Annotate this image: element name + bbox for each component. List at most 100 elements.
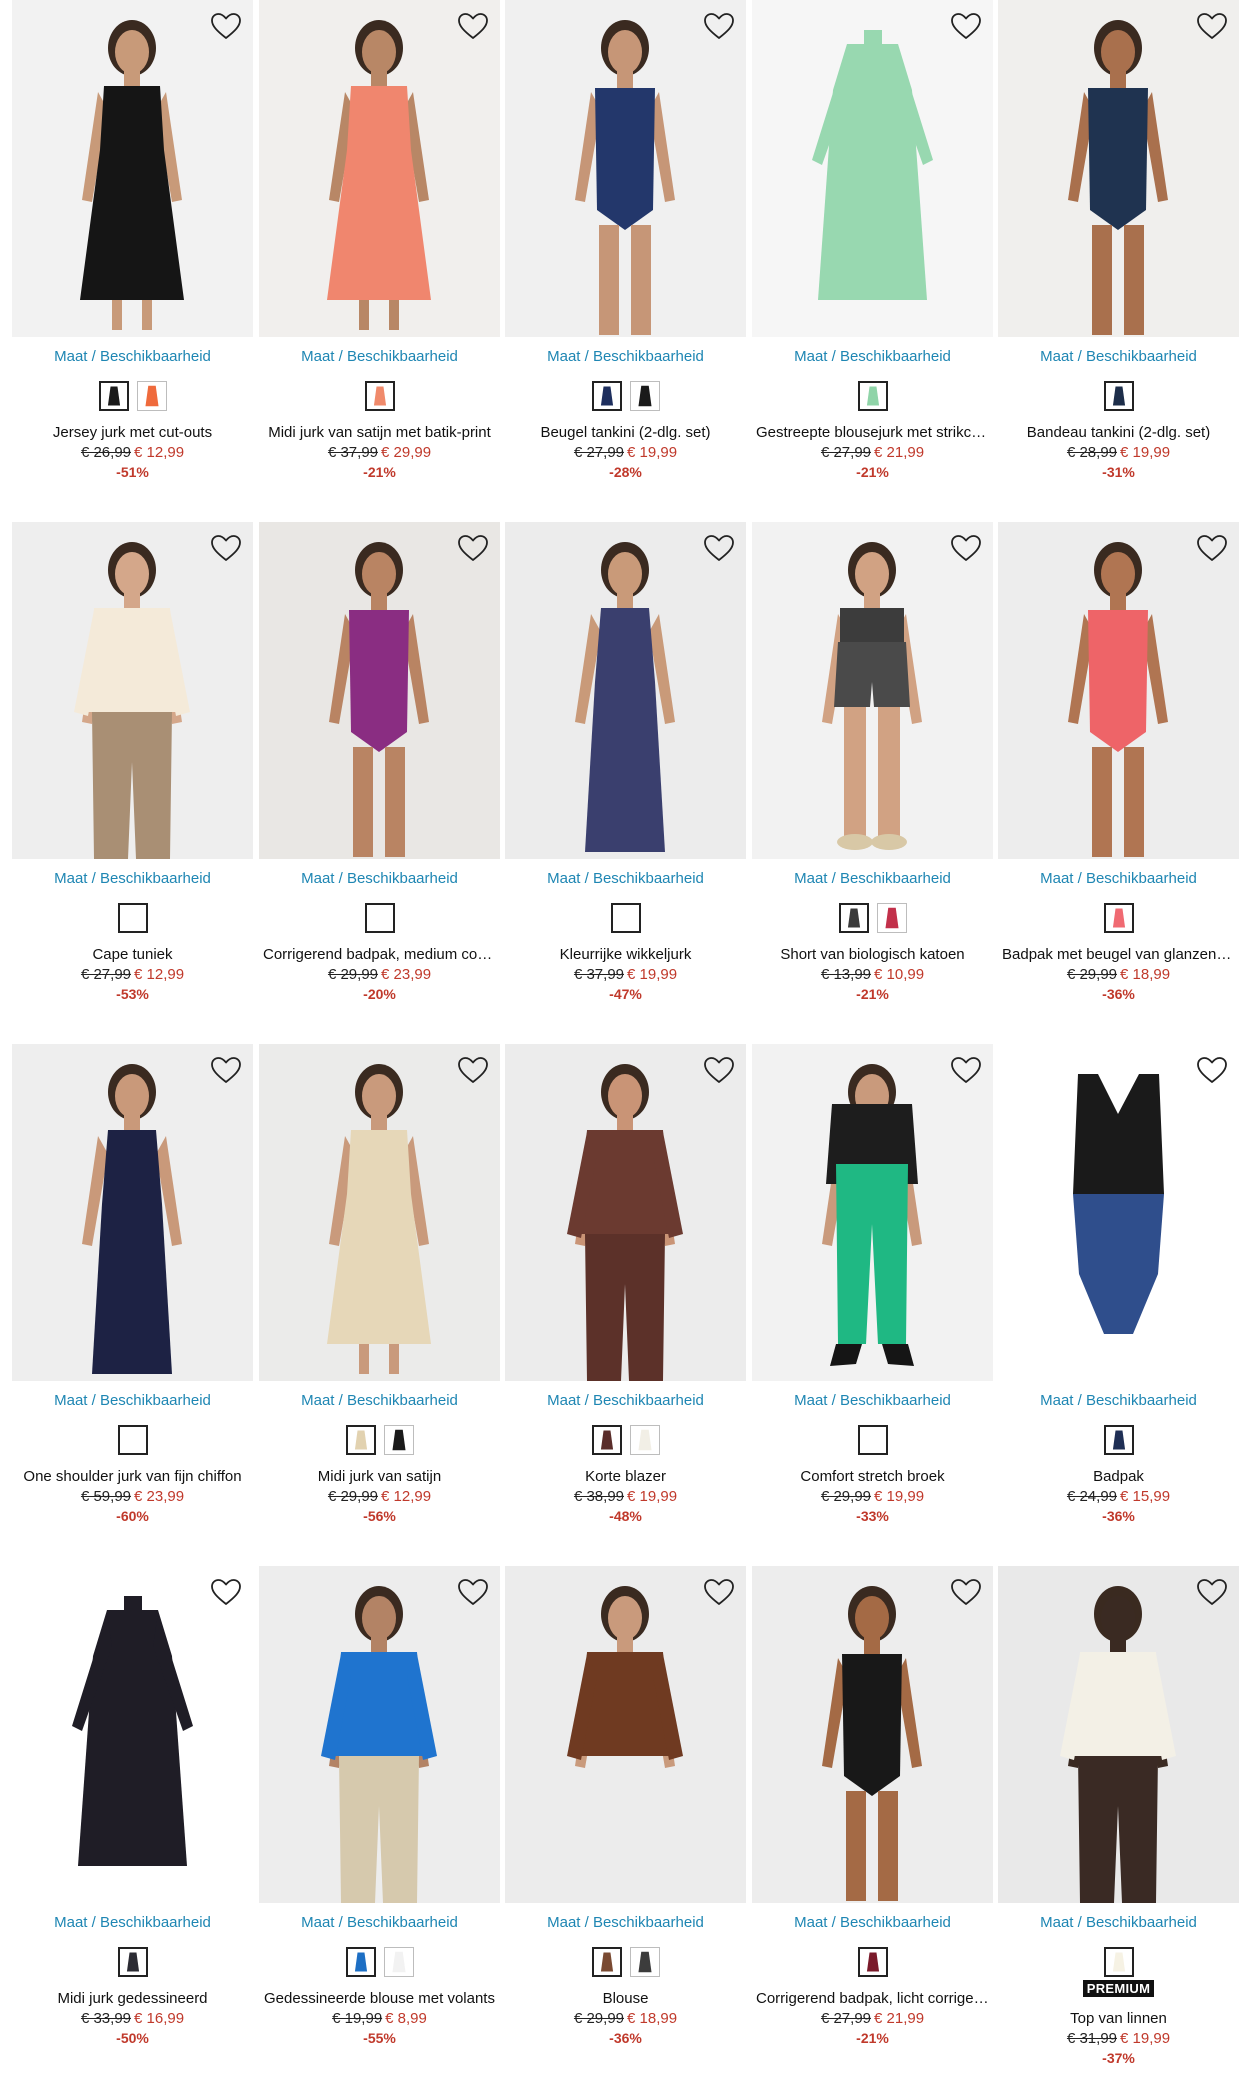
color-swatch[interactable] — [629, 1425, 660, 1455]
product-name[interactable]: Bandeau tankini (2-dlg. set) — [1002, 424, 1235, 441]
color-swatch[interactable] — [345, 1425, 376, 1455]
product-image[interactable] — [998, 0, 1239, 337]
color-swatch[interactable] — [857, 1947, 888, 1977]
wishlist-button[interactable] — [209, 532, 243, 564]
color-swatch[interactable] — [1103, 903, 1134, 933]
product-card[interactable]: Maat / Beschikbaarheid One shoulder jurk … — [12, 1044, 253, 1554]
size-availability-link[interactable]: Maat / Beschikbaarheid — [505, 870, 746, 887]
product-name[interactable]: Badpak met beugel van glanzend materiaal — [1002, 946, 1235, 963]
color-swatch[interactable] — [629, 381, 660, 411]
product-card[interactable]: Maat / Beschikbaarheid Midi jurk van sati… — [259, 1044, 500, 1554]
color-swatch[interactable] — [136, 381, 167, 411]
product-name[interactable]: Midi jurk van satijn met batik-print — [263, 424, 496, 441]
wishlist-button[interactable] — [209, 1054, 243, 1086]
product-image[interactable] — [998, 1566, 1239, 1903]
wishlist-button[interactable] — [702, 1054, 736, 1086]
product-name[interactable]: Corrigerend badpak, medium corrigerend — [263, 946, 496, 963]
product-card[interactable]: Maat / Beschikbaarheid Beugel tankini (2-… — [505, 0, 746, 510]
wishlist-button[interactable] — [209, 10, 243, 42]
product-name[interactable]: Short van biologisch katoen — [756, 946, 989, 963]
size-availability-link[interactable]: Maat / Beschikbaarheid — [12, 1392, 253, 1409]
size-availability-link[interactable]: Maat / Beschikbaarheid — [12, 348, 253, 365]
color-swatch[interactable] — [629, 1947, 660, 1977]
product-card[interactable]: Maat / Beschikbaarheid Badpak met beugel … — [998, 522, 1239, 1032]
product-name[interactable]: Korte blazer — [509, 1468, 742, 1485]
product-card[interactable]: Maat / Beschikbaarheid Blouse € 29,99 € 18,… — [505, 1566, 746, 2076]
product-image[interactable] — [998, 1044, 1239, 1381]
product-image[interactable] — [752, 1566, 993, 1903]
size-availability-link[interactable]: Maat / Beschikbaarheid — [998, 1392, 1239, 1409]
product-image[interactable] — [12, 1044, 253, 1381]
wishlist-button[interactable] — [949, 10, 983, 42]
wishlist-button[interactable] — [1195, 10, 1229, 42]
wishlist-button[interactable] — [1195, 532, 1229, 564]
size-availability-link[interactable]: Maat / Beschikbaarheid — [998, 870, 1239, 887]
wishlist-button[interactable] — [949, 1054, 983, 1086]
color-swatch[interactable] — [1103, 1947, 1134, 1977]
product-image[interactable] — [12, 522, 253, 859]
product-name[interactable]: Beugel tankini (2-dlg. set) — [509, 424, 742, 441]
wishlist-button[interactable] — [1195, 1054, 1229, 1086]
color-swatch[interactable] — [857, 381, 888, 411]
color-swatch[interactable] — [857, 1425, 888, 1455]
product-image[interactable] — [752, 522, 993, 859]
product-card[interactable]: Maat / Beschikbaarheid Corrigerend badpak… — [752, 1566, 993, 2076]
product-name[interactable]: Top van linnen — [1002, 2010, 1235, 2027]
product-card[interactable]: Maat / Beschikbaarheid Gedessineerde blou… — [259, 1566, 500, 2076]
color-swatch[interactable] — [1103, 381, 1134, 411]
product-card[interactable]: Maat / Beschikbaarheid Kleurrijke wikkelj… — [505, 522, 746, 1032]
product-name[interactable]: Comfort stretch broek — [756, 1468, 989, 1485]
size-availability-link[interactable]: Maat / Beschikbaarheid — [752, 348, 993, 365]
product-card[interactable]: Maat / Beschikbaarheid Jersey jurk met cu… — [12, 0, 253, 510]
size-availability-link[interactable]: Maat / Beschikbaarheid — [752, 1914, 993, 1931]
product-card[interactable]: Maat / Beschikbaarheid Short van biologis… — [752, 522, 993, 1032]
product-card[interactable]: Maat / Beschikbaarheid Badpak € 24,99 € 15,… — [998, 1044, 1239, 1554]
wishlist-button[interactable] — [456, 532, 490, 564]
color-swatch[interactable] — [838, 903, 869, 933]
color-swatch[interactable] — [610, 903, 641, 933]
wishlist-button[interactable] — [949, 1576, 983, 1608]
wishlist-button[interactable] — [702, 532, 736, 564]
product-card[interactable]: Maat / Beschikbaarheid Midi jurk van sati… — [259, 0, 500, 510]
size-availability-link[interactable]: Maat / Beschikbaarheid — [998, 348, 1239, 365]
size-availability-link[interactable]: Maat / Beschikbaarheid — [259, 1392, 500, 1409]
product-image[interactable] — [259, 0, 500, 337]
product-image[interactable] — [505, 1044, 746, 1381]
wishlist-button[interactable] — [949, 532, 983, 564]
color-swatch[interactable] — [591, 1947, 622, 1977]
wishlist-button[interactable] — [456, 10, 490, 42]
color-swatch[interactable] — [98, 381, 129, 411]
size-availability-link[interactable]: Maat / Beschikbaarheid — [259, 1914, 500, 1931]
wishlist-button[interactable] — [702, 1576, 736, 1608]
size-availability-link[interactable]: Maat / Beschikbaarheid — [505, 1914, 746, 1931]
product-name[interactable]: Blouse — [509, 1990, 742, 2007]
product-card[interactable]: Maat / Beschikbaarheid Corrigerend badpak… — [259, 522, 500, 1032]
size-availability-link[interactable]: Maat / Beschikbaarheid — [505, 1392, 746, 1409]
color-swatch[interactable] — [383, 1947, 414, 1977]
color-swatch[interactable] — [117, 1947, 148, 1977]
product-image[interactable] — [12, 1566, 253, 1903]
wishlist-button[interactable] — [702, 10, 736, 42]
wishlist-button[interactable] — [1195, 1576, 1229, 1608]
product-name[interactable]: Kleurrijke wikkeljurk — [509, 946, 742, 963]
color-swatch[interactable] — [364, 903, 395, 933]
wishlist-button[interactable] — [209, 1576, 243, 1608]
product-card[interactable]: Maat / Beschikbaarheid Cape tuniek € 27,99… — [12, 522, 253, 1032]
color-swatch[interactable] — [591, 381, 622, 411]
color-swatch[interactable] — [117, 903, 148, 933]
color-swatch[interactable] — [876, 903, 907, 933]
product-image[interactable] — [752, 1044, 993, 1381]
product-name[interactable]: Midi jurk gedessineerd — [16, 1990, 249, 2007]
product-image[interactable] — [259, 522, 500, 859]
product-card[interactable]: Maat / Beschikbaarheid PREMIUM Top van lin… — [998, 1566, 1239, 2076]
product-card[interactable]: Maat / Beschikbaarheid Bandeau tankini (2… — [998, 0, 1239, 510]
product-image[interactable] — [505, 522, 746, 859]
product-name[interactable]: Cape tuniek — [16, 946, 249, 963]
color-swatch[interactable] — [364, 381, 395, 411]
product-card[interactable]: Maat / Beschikbaarheid Comfort stretch br… — [752, 1044, 993, 1554]
product-name[interactable]: Badpak — [1002, 1468, 1235, 1485]
product-image[interactable] — [12, 0, 253, 337]
product-card[interactable]: Maat / Beschikbaarheid Gestreepte blousej… — [752, 0, 993, 510]
product-name[interactable]: Midi jurk van satijn — [263, 1468, 496, 1485]
product-image[interactable] — [752, 0, 993, 337]
